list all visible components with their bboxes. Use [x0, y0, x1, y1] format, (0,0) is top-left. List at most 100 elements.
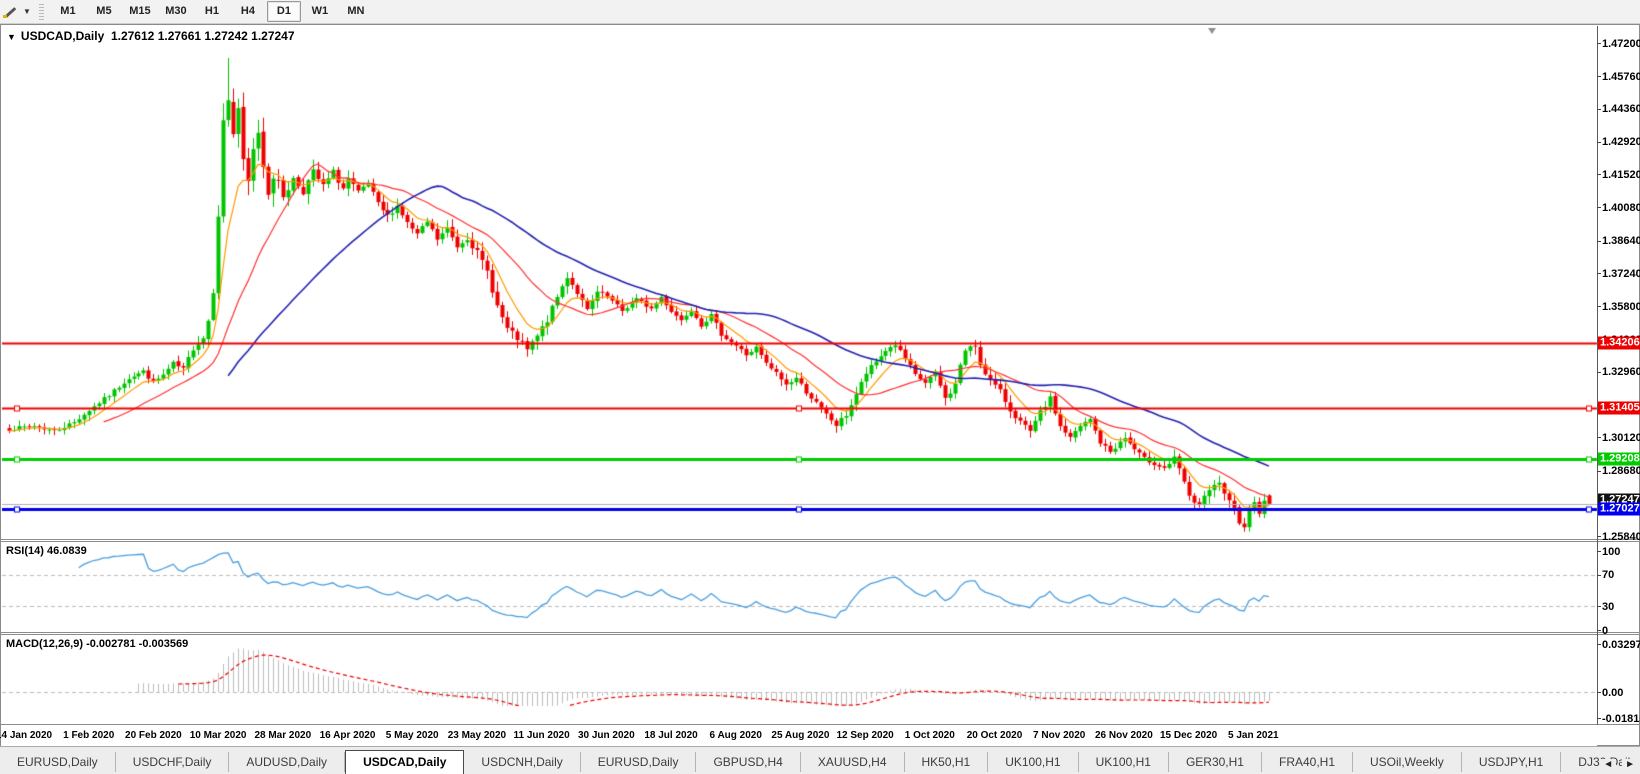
ohlc-open: 1.27612: [111, 29, 154, 43]
price-tick-dash: [1597, 437, 1601, 438]
macd-tick-dash: [1597, 692, 1601, 693]
date-label: 20 Oct 2020: [967, 730, 1023, 741]
macd-tick-dash: [1597, 644, 1601, 645]
chart-tab-usdjpy-h1[interactable]: USDJPY,H1: [1462, 752, 1561, 772]
symbol-period-label: USDCAD,Daily: [21, 29, 104, 43]
hline-price-label-2: 1.29208: [1598, 452, 1640, 465]
date-label: 1 Feb 2020: [63, 730, 114, 741]
hline-price-label-0: 1.34206: [1598, 337, 1640, 350]
chart-title: ▼ USDCAD,Daily 1.27612 1.27661 1.27242 1.…: [7, 29, 295, 43]
price-tick: 1.45760: [1602, 71, 1640, 83]
macd-tick-dash: [1597, 718, 1601, 719]
date-axis: 14 Jan 20201 Feb 202020 Feb 202010 Mar 2…: [1, 726, 1597, 746]
ohlc-high: 1.27661: [158, 29, 201, 43]
ohlc-close: 1.27247: [251, 29, 294, 43]
chart-tab-uk100-h1[interactable]: UK100,H1: [1079, 752, 1169, 772]
date-label: 5 May 2020: [386, 730, 439, 741]
price-tick-dash: [1597, 142, 1601, 143]
tab-scroll-controls: ◄ ►: [1600, 759, 1638, 770]
pane-splitter-rsi[interactable]: [1, 539, 1640, 540]
chart-tab-eurusd-daily[interactable]: EURUSD,Daily: [0, 752, 116, 772]
chart-bottom-border: [1, 724, 1640, 725]
date-label: 14 Jan 2020: [0, 730, 52, 741]
timeframe-button-mn[interactable]: MN: [339, 1, 373, 22]
date-label: 5 Jan 2021: [1228, 730, 1279, 741]
chart-tab-uk100-h1[interactable]: UK100,H1: [988, 752, 1078, 772]
timeframe-button-m5[interactable]: M5: [87, 1, 121, 22]
timeframe-button-m30[interactable]: M30: [159, 1, 193, 22]
date-label: 16 Apr 2020: [320, 730, 376, 741]
timeframe-button-group: M1M5M15M30H1H4D1W1MN: [50, 1, 374, 22]
pane-splitter-macd[interactable]: [1, 632, 1640, 633]
price-tick: 1.42920: [1602, 136, 1640, 148]
tool-dropdown-caret-icon[interactable]: ▼: [23, 7, 31, 16]
chart-tab-audusd-daily[interactable]: AUDUSD,Daily: [229, 752, 345, 772]
pane-splitter-rsi-2: [1, 541, 1640, 542]
hline-price-label-1: 1.31405: [1598, 401, 1640, 414]
price-tick-dash: [1597, 43, 1601, 44]
chart-tab-hk50-h1[interactable]: HK50,H1: [905, 752, 989, 772]
price-tick: 1.44360: [1602, 103, 1640, 115]
price-tick: 1.40080: [1602, 202, 1640, 214]
timeframe-button-h1[interactable]: H1: [195, 1, 229, 22]
price-tick: 1.25840: [1602, 531, 1640, 543]
timeframe-button-d1[interactable]: D1: [267, 1, 301, 22]
chart-tab-xauusd-h4[interactable]: XAUUSD,H4: [801, 752, 905, 772]
price-tick: 1.38640: [1602, 235, 1640, 247]
trendline-tool-icon[interactable]: [1, 3, 21, 21]
chart-tab-usdcnh-daily[interactable]: USDCNH,Daily: [464, 752, 580, 772]
date-label: 15 Dec 2020: [1160, 730, 1217, 741]
price-tick: 1.37240: [1602, 268, 1640, 280]
date-label: 26 Nov 2020: [1095, 730, 1153, 741]
price-tick-dash: [1597, 109, 1601, 110]
date-label: 6 Aug 2020: [709, 730, 761, 741]
price-tick-dash: [1597, 174, 1601, 175]
price-tick-dash: [1597, 76, 1601, 77]
rsi-tick: 100: [1602, 546, 1620, 558]
date-label: 1 Oct 2020: [905, 730, 955, 741]
price-tick: 1.30120: [1602, 432, 1640, 444]
price-tick: 1.47200: [1602, 38, 1640, 50]
price-tick-dash: [1597, 471, 1601, 472]
date-label: 11 Jun 2020: [514, 730, 570, 741]
date-label: 20 Feb 2020: [125, 730, 182, 741]
price-tick: 1.35800: [1602, 301, 1640, 313]
chart-tab-eurusd-daily[interactable]: EURUSD,Daily: [581, 752, 697, 772]
chart-tab-ger30-h1[interactable]: GER30,H1: [1169, 752, 1262, 772]
tab-scroll-left-icon[interactable]: ◄: [1600, 759, 1616, 770]
timeframe-button-m15[interactable]: M15: [123, 1, 157, 22]
rsi-tick: 70: [1602, 569, 1614, 581]
timeframe-button-m1[interactable]: M1: [51, 1, 85, 22]
chart-tab-gbpusd-h4[interactable]: GBPUSD,H4: [696, 752, 800, 772]
chart-tab-usoil-weekly[interactable]: USOil,Weekly: [1353, 752, 1462, 772]
price-tick-dash: [1597, 207, 1601, 208]
chart-tab-usdchf-daily[interactable]: USDCHF,Daily: [116, 752, 230, 772]
toolbar: ▼ M1M5M15M30H1H4D1W1MN: [0, 0, 1640, 24]
rsi-tick-dash: [1597, 551, 1601, 552]
ohlc-low: 1.27242: [204, 29, 247, 43]
price-tick: 1.32960: [1602, 366, 1640, 378]
hline-price-label-3: 1.27027: [1598, 502, 1640, 515]
timeframe-button-w1[interactable]: W1: [303, 1, 337, 22]
macd-indicator-label: MACD(12,26,9) -0.002781 -0.003569: [6, 638, 188, 650]
date-label: 12 Sep 2020: [836, 730, 893, 741]
price-tick-dash: [1597, 536, 1601, 537]
price-chart-canvas[interactable]: [1, 25, 1640, 747]
rsi-tick-dash: [1597, 575, 1601, 576]
rsi-tick-dash: [1597, 630, 1601, 631]
chart-tab-bar: EURUSD,DailyUSDCHF,DailyAUDUSD,DailyUSDC…: [0, 746, 1640, 774]
chart-tab-fra40-h1[interactable]: FRA40,H1: [1262, 752, 1353, 772]
price-tick: 1.28680: [1602, 465, 1640, 477]
toolbar-grip[interactable]: [39, 4, 44, 20]
collapse-icon[interactable]: ▼: [7, 32, 16, 42]
price-tick-dash: [1597, 241, 1601, 242]
timeframe-button-h4[interactable]: H4: [231, 1, 265, 22]
date-label: 7 Nov 2020: [1033, 730, 1085, 741]
tab-scroll-right-icon[interactable]: ►: [1622, 759, 1638, 770]
date-label: 28 Mar 2020: [254, 730, 311, 741]
date-label: 25 Aug 2020: [771, 730, 829, 741]
chart-tab-usdcad-daily[interactable]: USDCAD,Daily: [345, 750, 464, 774]
macd-tick: 0.00: [1602, 687, 1623, 699]
chart-tabs: EURUSD,DailyUSDCHF,DailyAUDUSD,DailyUSDC…: [0, 750, 1640, 774]
rsi-indicator-label: RSI(14) 46.0839: [6, 545, 87, 557]
